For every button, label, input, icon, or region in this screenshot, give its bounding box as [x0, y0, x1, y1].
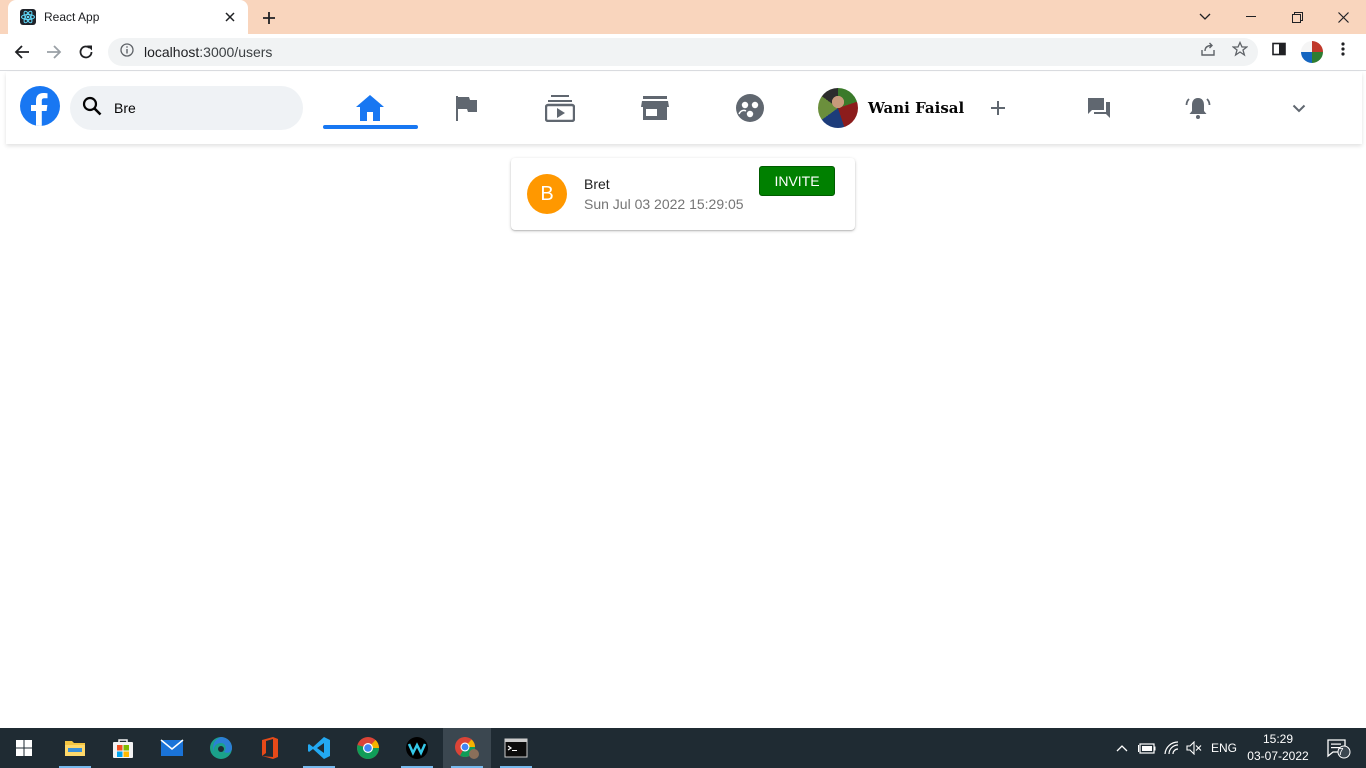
user-profile[interactable]: Wani Faisal	[818, 88, 964, 128]
result-date: Sun Jul 03 2022 15:29:05	[584, 196, 744, 212]
search-icon	[82, 96, 102, 121]
tab-search-icon[interactable]	[1182, 0, 1228, 34]
minimize-icon[interactable]	[1228, 0, 1274, 34]
forum-icon[interactable]	[1079, 88, 1119, 128]
clock-time: 15:29	[1262, 732, 1294, 746]
react-favicon-icon	[20, 9, 36, 25]
taskbar-clock[interactable]: 15:29 03-07-2022	[1246, 731, 1310, 765]
windows-taskbar: ENG 15:29 03-07-2022 7	[0, 728, 1366, 768]
browser-tab-strip: React App	[0, 0, 1366, 34]
bookmark-star-icon[interactable]	[1231, 40, 1249, 58]
clock-date: 03-07-2022	[1247, 749, 1309, 763]
chrome-icon[interactable]	[344, 728, 392, 768]
subscriptions-icon[interactable]	[540, 88, 580, 128]
chrome-menu-icon[interactable]	[1334, 40, 1352, 58]
active-tab-indicator	[323, 125, 418, 129]
reload-icon[interactable]	[74, 40, 98, 64]
flag-icon[interactable]	[446, 88, 486, 128]
url-text: localhost:3000/users	[144, 44, 273, 60]
forward-icon[interactable]	[42, 40, 66, 64]
side-panel-icon[interactable]	[1270, 40, 1288, 58]
vscode-icon[interactable]	[295, 728, 343, 768]
show-hidden-icons-chevron-icon[interactable]	[1112, 728, 1132, 768]
notification-center-icon[interactable]: 7	[1318, 728, 1358, 768]
browser-tab[interactable]: React App	[8, 0, 248, 34]
chrome-profile-icon[interactable]	[443, 728, 491, 768]
storefront-icon[interactable]	[635, 88, 675, 128]
office-icon[interactable]	[246, 728, 294, 768]
facebook-logo-icon[interactable]	[20, 86, 60, 126]
browser-toolbar: localhost:3000/users	[0, 34, 1366, 71]
tab-title: React App	[44, 10, 100, 24]
terminal-icon[interactable]	[492, 728, 540, 768]
invite-button[interactable]: INVITE	[759, 166, 835, 196]
file-explorer-icon[interactable]	[51, 728, 99, 768]
browser-profile-avatar[interactable]	[1301, 41, 1323, 63]
expand-more-icon[interactable]	[1279, 88, 1319, 128]
search-bar	[70, 86, 303, 130]
address-bar[interactable]: localhost:3000/users	[108, 38, 1258, 66]
result-user-name: Bret	[584, 176, 610, 192]
volume-muted-icon[interactable]	[1184, 728, 1204, 768]
app-header: Wani Faisal	[6, 72, 1362, 144]
user-initial-avatar: B	[527, 174, 567, 214]
search-input[interactable]	[114, 100, 274, 116]
share-icon[interactable]	[1199, 40, 1217, 58]
edge-icon[interactable]	[197, 728, 245, 768]
microsoft-store-icon[interactable]	[99, 728, 147, 768]
site-info-icon[interactable]	[120, 42, 134, 62]
wifi-icon[interactable]	[1162, 728, 1182, 768]
notifications-active-icon[interactable]	[1178, 88, 1218, 128]
mail-icon[interactable]	[148, 728, 196, 768]
close-tab-icon[interactable]	[222, 9, 238, 25]
home-icon[interactable]	[350, 88, 390, 128]
user-result-card: B Bret Sun Jul 03 2022 15:29:05 INVITE	[511, 158, 855, 230]
user-name: Wani Faisal	[868, 99, 965, 117]
new-tab-button[interactable]	[258, 7, 280, 29]
language-indicator[interactable]: ENG	[1207, 728, 1241, 768]
webex-icon[interactable]	[393, 728, 441, 768]
battery-icon[interactable]	[1137, 728, 1157, 768]
notification-count: 7	[1338, 747, 1344, 758]
back-icon[interactable]	[10, 40, 34, 64]
add-icon[interactable]	[978, 88, 1018, 128]
close-window-icon[interactable]	[1320, 0, 1366, 34]
user-avatar	[818, 88, 858, 128]
windows-start-icon[interactable]	[0, 728, 48, 768]
groups-icon[interactable]	[730, 88, 770, 128]
restore-icon[interactable]	[1274, 0, 1320, 34]
